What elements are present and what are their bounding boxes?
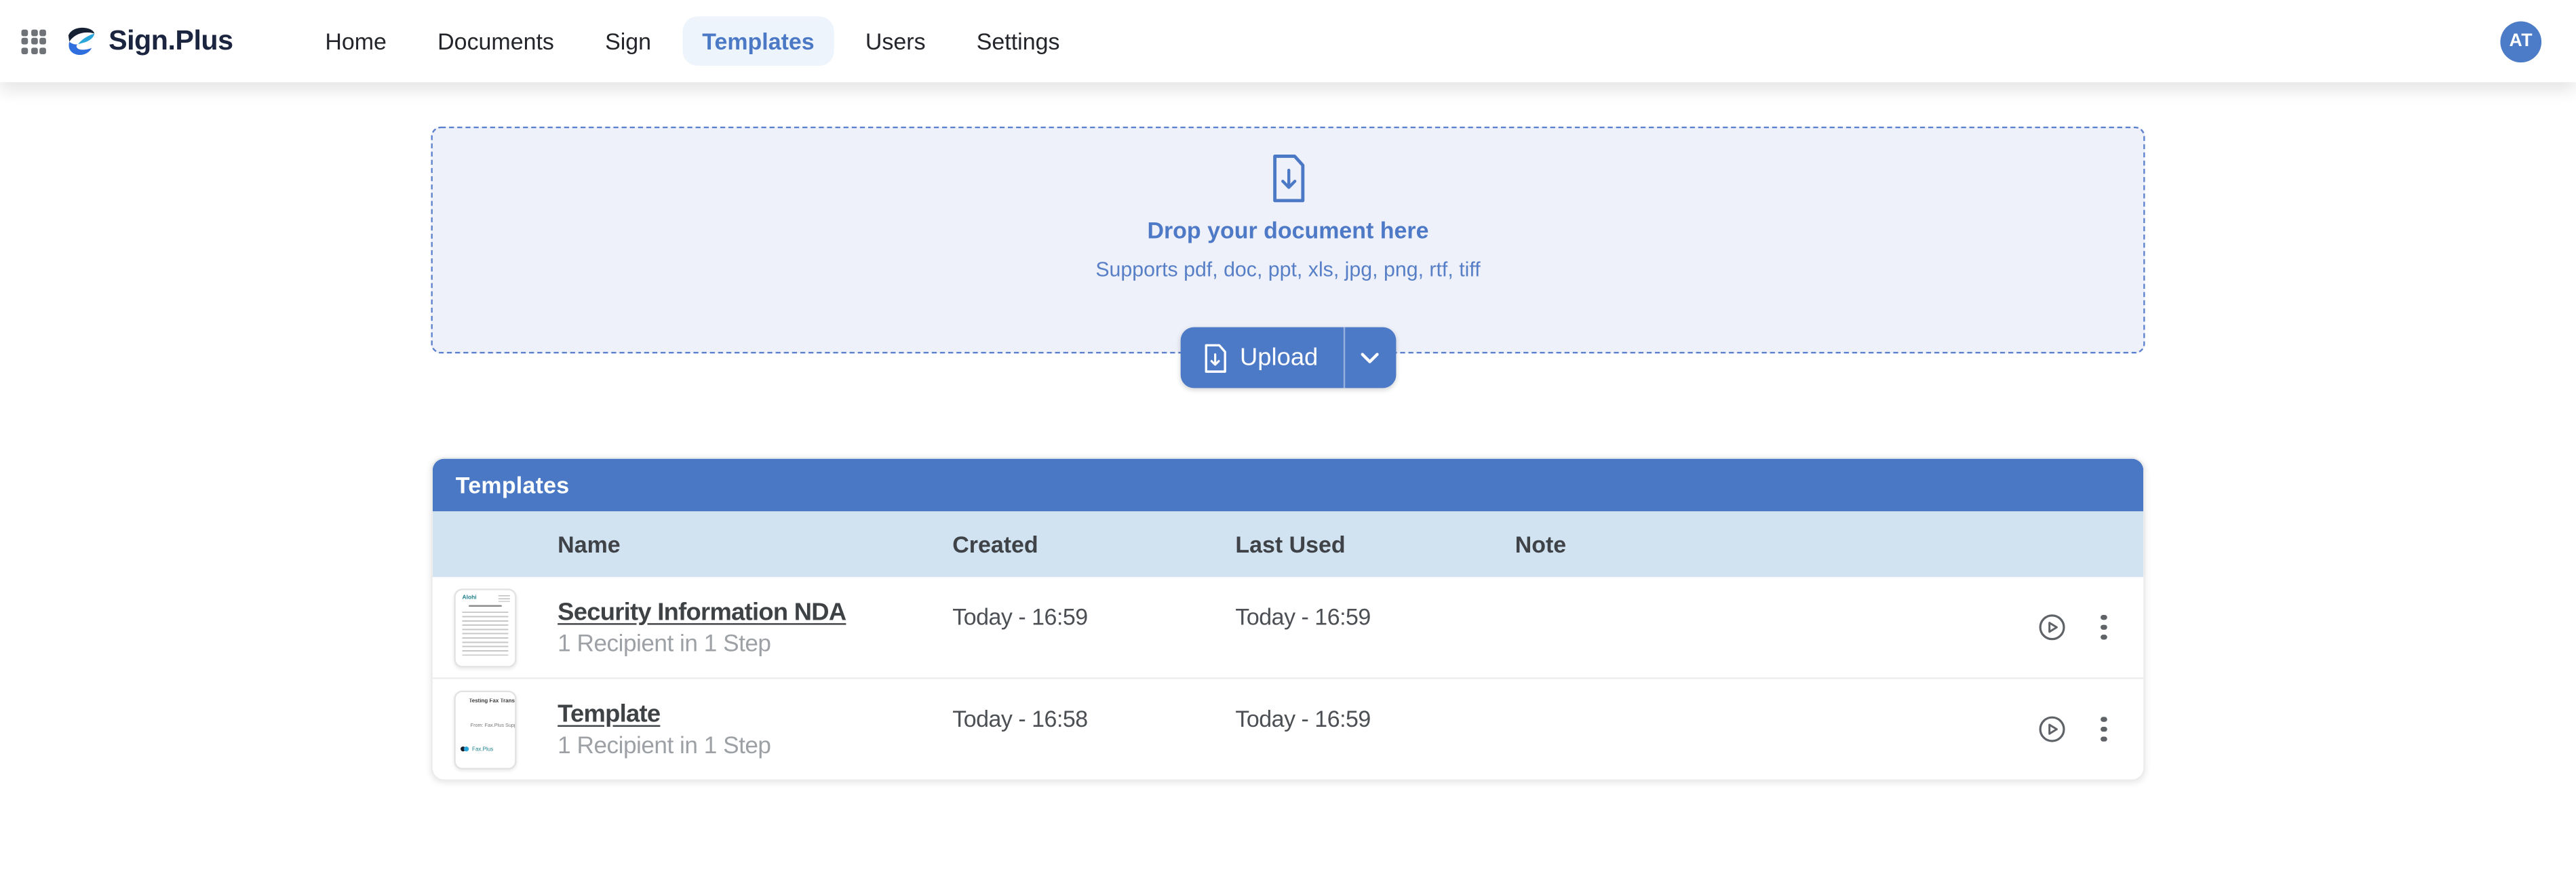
nav-item-documents[interactable]: Documents bbox=[418, 16, 574, 66]
template-created-date: Today - 16:59 bbox=[952, 603, 1235, 629]
document-download-icon bbox=[1268, 153, 1309, 204]
signplus-logo-icon bbox=[64, 24, 99, 58]
column-header-last-used: Last Used bbox=[1235, 531, 1515, 557]
row-more-options-icon[interactable] bbox=[2101, 717, 2107, 742]
template-created-date: Today - 16:58 bbox=[952, 704, 1235, 731]
template-thumbnail-nda[interactable]: Alohi bbox=[454, 588, 516, 666]
nav-item-home[interactable]: Home bbox=[305, 16, 406, 66]
template-thumbnail-fax[interactable]: Testing Fax Transmission From: Fax.Plus … bbox=[454, 689, 516, 768]
dropzone-supported-formats: Supports pdf, doc, ppt, xls, jpg, png, r… bbox=[1095, 258, 1480, 281]
thumbnail-from-text: From: Fax.Plus Support bbox=[471, 723, 501, 727]
templates-table-header: Name Created Last Used Note bbox=[433, 511, 2143, 577]
faxplus-brand-text: Fax.Plus bbox=[472, 746, 493, 752]
thumbnail-title-text: Testing Fax Transmission bbox=[469, 698, 501, 704]
thumbnail-body-lines bbox=[463, 611, 509, 657]
column-header-note: Note bbox=[1515, 531, 1999, 557]
upload-button[interactable]: Upload bbox=[1181, 327, 1343, 388]
row-more-options-icon[interactable] bbox=[2101, 614, 2107, 640]
brand: Sign.Plus bbox=[22, 24, 233, 58]
template-recipients-info: 1 Recipient in 1 Step bbox=[558, 732, 952, 759]
nav-item-users[interactable]: Users bbox=[846, 16, 945, 66]
column-header-created: Created bbox=[952, 531, 1235, 557]
apps-grid-icon[interactable] bbox=[22, 28, 46, 53]
brand-name: Sign.Plus bbox=[109, 24, 233, 58]
thumbnail-brand-text: Alohi bbox=[463, 595, 477, 600]
thumbnail-title-line bbox=[469, 605, 502, 607]
dropzone-title: Drop your document here bbox=[1147, 217, 1428, 243]
faxplus-logo: Fax.Plus bbox=[456, 744, 515, 754]
thumbnail-address-lines bbox=[499, 595, 510, 601]
table-row-security-information-nda[interactable]: Alohi Security Information NDA 1 Recipie… bbox=[433, 577, 2143, 677]
nav-item-sign[interactable]: Sign bbox=[585, 16, 671, 66]
template-name-link[interactable]: Template bbox=[558, 700, 660, 727]
template-last-used-date: Today - 16:59 bbox=[1235, 603, 1515, 629]
template-recipients-info: 1 Recipient in 1 Step bbox=[558, 631, 952, 657]
play-circle-icon bbox=[2038, 614, 2066, 641]
upload-document-icon bbox=[1204, 343, 1227, 373]
play-circle-icon bbox=[2038, 715, 2066, 743]
column-header-name: Name bbox=[558, 531, 952, 557]
use-template-button[interactable] bbox=[2038, 715, 2066, 743]
nav-item-templates[interactable]: Templates bbox=[682, 16, 834, 66]
upload-button-label: Upload bbox=[1240, 344, 1318, 372]
top-nav: Sign.Plus Home Documents Sign Templates … bbox=[0, 0, 2576, 82]
nav-menu: Home Documents Sign Templates Users Sett… bbox=[305, 16, 1079, 66]
main-content: Drop your document here Supports pdf, do… bbox=[431, 127, 2145, 781]
use-template-button[interactable] bbox=[2038, 614, 2066, 641]
templates-panel: Templates Name Created Last Used Note Al… bbox=[431, 457, 2145, 781]
document-dropzone[interactable]: Drop your document here Supports pdf, do… bbox=[431, 127, 2145, 354]
upload-split-button: Upload bbox=[1181, 327, 1396, 388]
templates-panel-title: Templates bbox=[433, 459, 2143, 512]
table-row-template[interactable]: Testing Fax Transmission From: Fax.Plus … bbox=[433, 677, 2143, 779]
upload-options-button[interactable] bbox=[1344, 327, 1395, 388]
template-last-used-date: Today - 16:59 bbox=[1235, 704, 1515, 731]
user-avatar[interactable]: AT bbox=[2500, 20, 2541, 62]
nav-item-settings[interactable]: Settings bbox=[957, 16, 1080, 66]
template-name-link[interactable]: Security Information NDA bbox=[558, 598, 846, 626]
chevron-down-icon bbox=[1360, 351, 1380, 364]
app-root: Sign.Plus Home Documents Sign Templates … bbox=[0, 0, 2576, 880]
